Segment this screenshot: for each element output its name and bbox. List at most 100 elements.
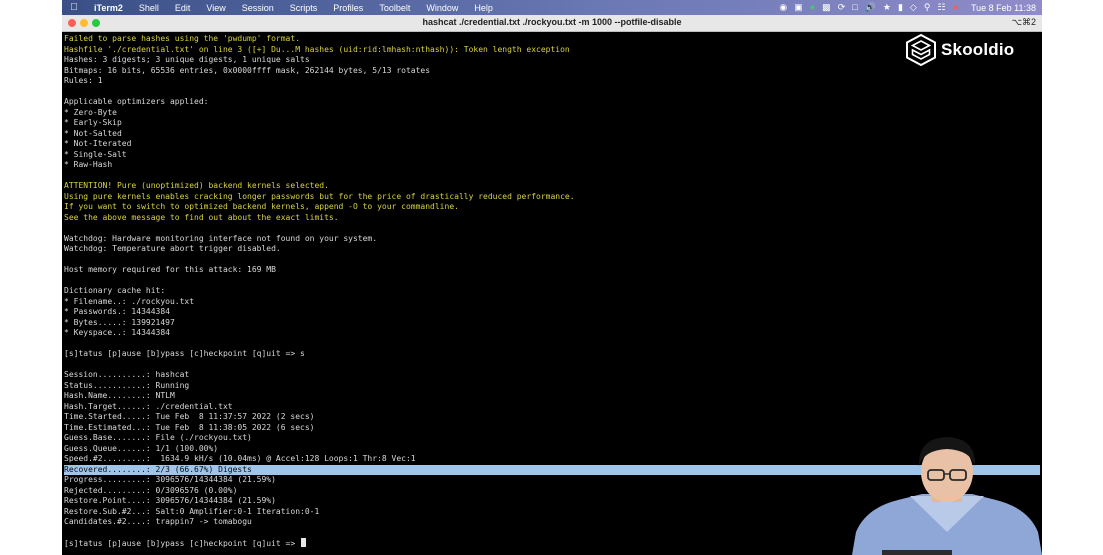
menu-toolbelt[interactable]: Toolbelt bbox=[371, 3, 418, 13]
terminal-line-text: * Not-Iterated bbox=[64, 139, 132, 148]
terminal-line: If you want to switch to optimized backe… bbox=[64, 202, 1040, 213]
menu-view[interactable]: View bbox=[198, 3, 233, 13]
terminal-line: Session..........: hashcat bbox=[64, 370, 1040, 381]
terminal-line: Hash.Target......: ./credential.txt bbox=[64, 402, 1040, 413]
skooldio-logo-text: Skooldio bbox=[941, 40, 1015, 59]
menu-help[interactable]: Help bbox=[466, 3, 501, 13]
terminal-line: * Passwords.: 14344384 bbox=[64, 307, 1040, 318]
terminal-line-text: Applicable optimizers applied: bbox=[64, 97, 209, 106]
bluetooth-icon[interactable]: ★ bbox=[883, 0, 891, 15]
terminal-line-text: Status...........: Running bbox=[64, 380, 190, 390]
terminal-line-text: * Passwords.: 14344384 bbox=[64, 307, 170, 316]
terminal-line: Dictionary cache hit: bbox=[64, 286, 1040, 297]
menu-shell[interactable]: Shell bbox=[131, 3, 167, 13]
terminal-line-text: Watchdog: Temperature abort trigger disa… bbox=[64, 244, 281, 253]
terminal-cursor bbox=[301, 538, 307, 547]
terminal-line: Host memory required for this attack: 16… bbox=[64, 265, 1040, 276]
menu-bar-clock[interactable]: Tue 8 Feb 11:38 bbox=[971, 3, 1036, 13]
terminal-line: * Early-Skip bbox=[64, 118, 1040, 129]
terminal-line: Hash.Name........: NTLM bbox=[64, 391, 1040, 402]
terminal-line-text: Restore.Sub.#2...: Salt:0 Amplifier:0-1 … bbox=[64, 506, 320, 516]
menu-profiles[interactable]: Profiles bbox=[325, 3, 371, 13]
menu-bar:  iTerm2 Shell Edit View Session Scripts… bbox=[62, 0, 1042, 15]
battery-icon[interactable]: ▮ bbox=[898, 0, 903, 15]
keyboard-input-icon[interactable]: □ bbox=[852, 0, 857, 15]
terminal-line: Status...........: Running bbox=[64, 381, 1040, 392]
terminal-line: See the above message to find out about … bbox=[64, 213, 1040, 224]
terminal-line: Time.Started.....: Tue Feb 8 11:37:57 20… bbox=[64, 412, 1040, 423]
terminal-line-text: [s]tatus [p]ause [b]ypass [c]heckpoint [… bbox=[64, 349, 305, 358]
terminal-line-text: Guess.Queue......: 1/1 (100.00%) bbox=[64, 443, 219, 453]
terminal-line: * Not-Salted bbox=[64, 129, 1040, 140]
terminal-line: Failed to parse hashes using the 'pwdump… bbox=[64, 34, 1040, 45]
terminal-line-text: Time.Started.....: Tue Feb 8 11:37:57 20… bbox=[64, 412, 315, 421]
terminal-line-text: Dictionary cache hit: bbox=[64, 286, 166, 295]
terminal-line-text: * Early-Skip bbox=[64, 118, 122, 127]
notification-icon[interactable]: ● bbox=[953, 0, 958, 15]
terminal-line-text: Hash.Name........: NTLM bbox=[64, 391, 175, 400]
menu-app-name[interactable]: iTerm2 bbox=[86, 3, 131, 13]
terminal-line-text: Time.Estimated...: Tue Feb 8 11:38:05 20… bbox=[64, 422, 315, 432]
spotlight-search-icon[interactable]: ⚲ bbox=[924, 0, 931, 15]
terminal-line-text: Hash.Target......: ./credential.txt bbox=[64, 401, 233, 411]
terminal-line-text: See the above message to find out about … bbox=[64, 212, 339, 222]
terminal-line: Time.Estimated...: Tue Feb 8 11:38:05 20… bbox=[64, 423, 1040, 434]
terminal-line-text: * Keyspace..: 14344384 bbox=[64, 328, 170, 337]
terminal-line: * Keyspace..: 14344384 bbox=[64, 328, 1040, 339]
wifi-icon[interactable]: ◇ bbox=[910, 0, 917, 15]
terminal-line-text: Watchdog: Hardware monitoring interface … bbox=[64, 233, 378, 243]
terminal-line: * Filename..: ./rockyou.txt bbox=[64, 297, 1040, 308]
terminal-line-text: Hashes: 3 digests; 3 unique digests, 1 u… bbox=[64, 55, 310, 64]
terminal-line: Applicable optimizers applied: bbox=[64, 97, 1040, 108]
terminal-line-text: Rejected.........: 0/3096576 (0.00%) bbox=[64, 485, 238, 495]
terminal-line: Watchdog: Hardware monitoring interface … bbox=[64, 234, 1040, 245]
terminal-line-text: Restore.Point....: 3096576/14344384 (21.… bbox=[64, 496, 276, 505]
menu-edit[interactable]: Edit bbox=[167, 3, 199, 13]
terminal-line: * Single-Salt bbox=[64, 150, 1040, 161]
terminal-line: * Raw-Hash bbox=[64, 160, 1040, 171]
terminal-line: Watchdog: Temperature abort trigger disa… bbox=[64, 244, 1040, 255]
menu-session[interactable]: Session bbox=[234, 3, 282, 13]
terminal-line-text: Rules: 1 bbox=[64, 76, 103, 85]
terminal-line: * Bytes.....: 139921497 bbox=[64, 318, 1040, 329]
terminal-line-text: ATTENTION! Pure (unoptimized) backend ke… bbox=[64, 181, 329, 190]
screen-share-icon[interactable]: ▣ bbox=[794, 0, 803, 15]
terminal-line: Bitmaps: 16 bits, 65536 entries, 0x0000f… bbox=[64, 66, 1040, 77]
terminal-line-text: Host memory required for this attack: 16… bbox=[64, 265, 276, 274]
vpn-icon[interactable]: ▩ bbox=[822, 0, 831, 15]
record-icon[interactable]: ◉ bbox=[779, 0, 787, 15]
terminal-line-text: Bitmaps: 16 bits, 65536 entries, 0x0000f… bbox=[64, 65, 431, 75]
apple-icon[interactable]:  bbox=[62, 2, 86, 13]
terminal-line-text: If you want to switch to optimized backe… bbox=[64, 202, 459, 211]
terminal-line: * Zero-Byte bbox=[64, 108, 1040, 119]
terminal-line-text: * Zero-Byte bbox=[64, 107, 117, 117]
skooldio-logo: Skooldio bbox=[904, 33, 1014, 67]
menu-scripts[interactable]: Scripts bbox=[282, 3, 326, 13]
volume-icon[interactable]: 🔊 bbox=[865, 0, 876, 15]
terminal-line-text: * Not-Salted bbox=[64, 128, 122, 138]
terminal-line-text: Recovered........: 2/3 (66.67%) Digests bbox=[64, 464, 252, 474]
window-shortcut: ⌥⌘2 bbox=[1011, 17, 1036, 27]
terminal-line-text: Progress.........: 3096576/14344384 (21.… bbox=[64, 475, 276, 484]
terminal-line: Rules: 1 bbox=[64, 76, 1040, 87]
line-app-icon[interactable]: ● bbox=[810, 0, 815, 15]
terminal-line: Hashfile './credential.txt' on line 3 ([… bbox=[64, 45, 1040, 56]
terminal-line: ATTENTION! Pure (unoptimized) backend ke… bbox=[64, 181, 1040, 192]
terminal-line-text: * Bytes.....: 139921497 bbox=[64, 317, 175, 327]
control-center-icon[interactable]: ☷ bbox=[937, 0, 945, 15]
terminal-line-text: * Single-Salt bbox=[64, 149, 127, 159]
terminal-line-text: * Filename..: ./rockyou.txt bbox=[64, 296, 195, 306]
terminal-line-text: Using pure kernels enables cracking long… bbox=[64, 191, 575, 201]
terminal-line: Using pure kernels enables cracking long… bbox=[64, 192, 1040, 203]
menu-window[interactable]: Window bbox=[418, 3, 466, 13]
terminal-line-text: Session..........: hashcat bbox=[64, 370, 190, 379]
sync-icon[interactable]: ⟳ bbox=[838, 0, 846, 15]
terminal-line-text: * Raw-Hash bbox=[64, 160, 113, 169]
